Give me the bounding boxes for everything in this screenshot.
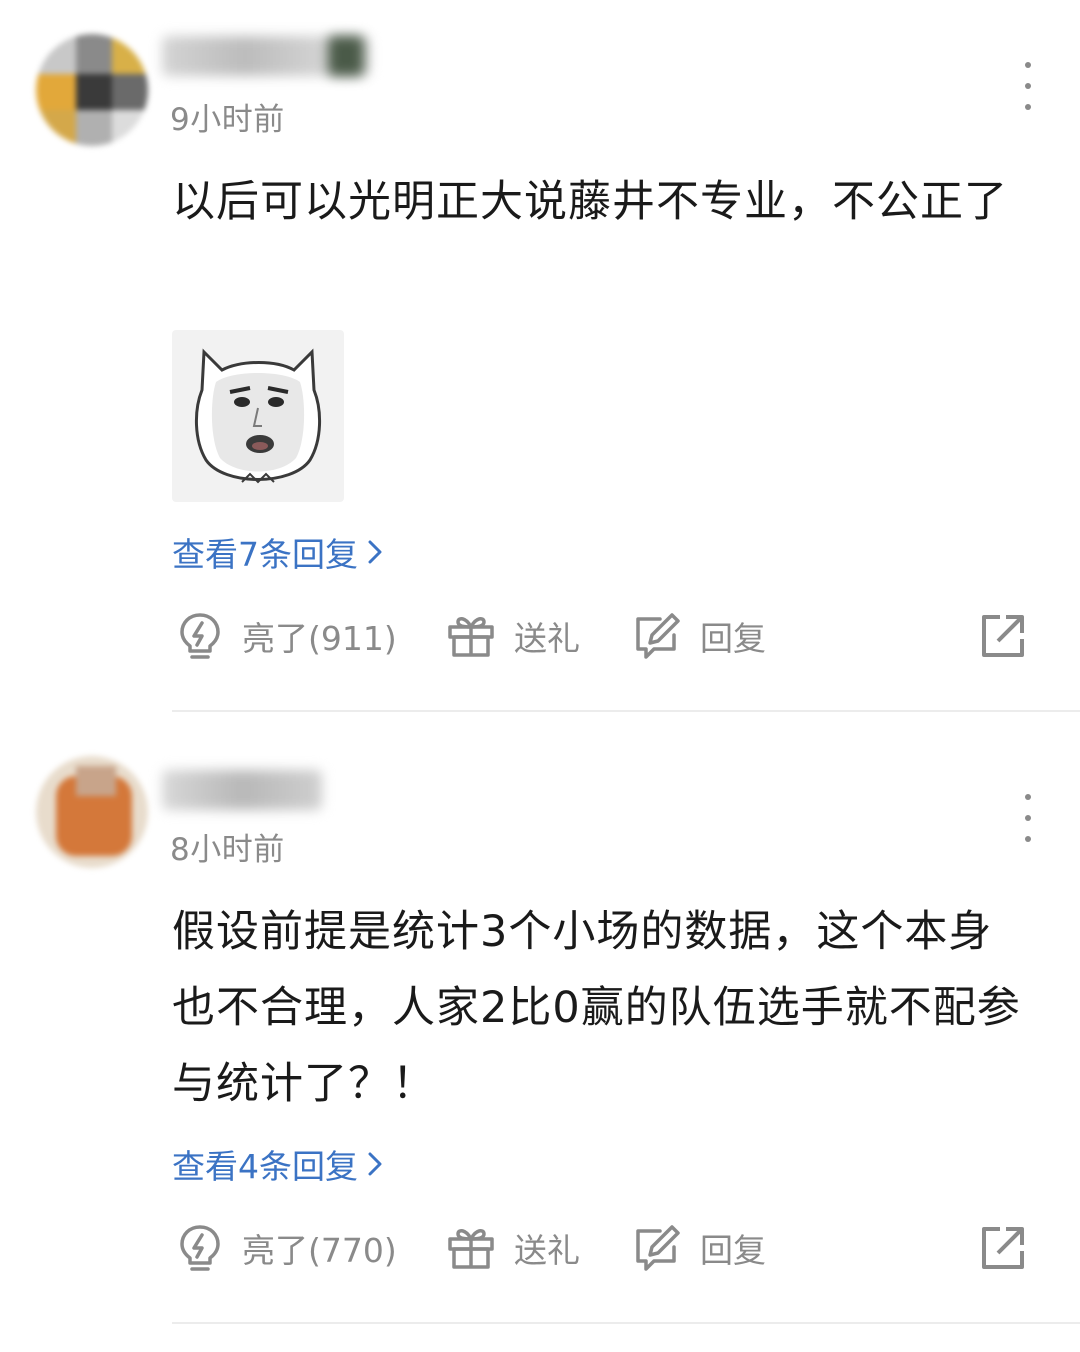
view-replies-link[interactable]: 查看7条回复 bbox=[172, 528, 386, 576]
view-replies-label: 查看4条回复 bbox=[172, 1147, 358, 1186]
comment-text: 假设前提是统计3个小场的数据，这个本身也不合理，人家2比0赢的队伍选手就不配参与… bbox=[172, 907, 1021, 1109]
more-dot bbox=[1025, 836, 1031, 842]
share-button[interactable] bbox=[978, 608, 1028, 664]
share-button[interactable] bbox=[978, 1220, 1028, 1276]
more-vertical-icon bbox=[1025, 62, 1031, 68]
sticker-image[interactable] bbox=[172, 330, 344, 502]
more-dot bbox=[1025, 83, 1031, 89]
reply-label: 回复 bbox=[700, 1231, 766, 1270]
user-badge-redacted bbox=[328, 36, 364, 76]
edit-reply-icon bbox=[636, 613, 680, 659]
comment-divider bbox=[172, 710, 1080, 712]
reply-label: 回复 bbox=[700, 619, 766, 658]
gift-label: 送礼 bbox=[514, 1231, 580, 1270]
comment-timestamp: 8小时前 bbox=[170, 832, 285, 868]
view-replies-label: 查看7条回复 bbox=[172, 535, 358, 574]
more-options-button[interactable] bbox=[1012, 794, 1044, 842]
gift-icon bbox=[448, 617, 494, 657]
lightbulb-icon bbox=[180, 613, 220, 659]
username-redacted[interactable] bbox=[162, 770, 322, 810]
more-vertical-icon bbox=[1025, 794, 1031, 800]
more-dot bbox=[1025, 104, 1031, 110]
like-count-label: 亮了(911) bbox=[242, 619, 397, 658]
lightbulb-icon bbox=[180, 1225, 220, 1271]
gift-button[interactable]: 送礼 bbox=[446, 1220, 580, 1276]
view-replies-link[interactable]: 查看4条回复 bbox=[172, 1140, 386, 1188]
comment-timestamp: 9小时前 bbox=[170, 102, 285, 138]
reply-button[interactable]: 回复 bbox=[632, 1220, 766, 1276]
sticker-face-illustration bbox=[194, 348, 322, 484]
reply-button[interactable]: 回复 bbox=[632, 608, 766, 664]
gift-icon bbox=[448, 1229, 494, 1269]
chevron-right-icon bbox=[368, 540, 382, 564]
like-button[interactable]: 亮了(911) bbox=[176, 608, 397, 664]
comment-actions: 亮了(770) 送礼 回复 bbox=[172, 1220, 1032, 1276]
avatar[interactable] bbox=[36, 756, 148, 868]
chevron-right-icon bbox=[368, 1152, 382, 1176]
more-dot bbox=[1025, 815, 1031, 821]
more-options-button[interactable] bbox=[1012, 62, 1044, 110]
gift-label: 送礼 bbox=[514, 619, 580, 658]
share-icon bbox=[982, 615, 1024, 657]
comment-divider bbox=[172, 1322, 1080, 1324]
comment-text: 以后可以光明正大说藤井不专业，不公正了 bbox=[172, 177, 1008, 227]
like-count-label: 亮了(770) bbox=[242, 1231, 397, 1270]
like-button[interactable]: 亮了(770) bbox=[176, 1220, 397, 1276]
avatar[interactable] bbox=[36, 34, 148, 146]
share-icon bbox=[982, 1227, 1024, 1269]
comment-actions: 亮了(911) 送礼 回复 bbox=[172, 608, 1032, 664]
gift-button[interactable]: 送礼 bbox=[446, 608, 580, 664]
edit-reply-icon bbox=[636, 1225, 680, 1271]
